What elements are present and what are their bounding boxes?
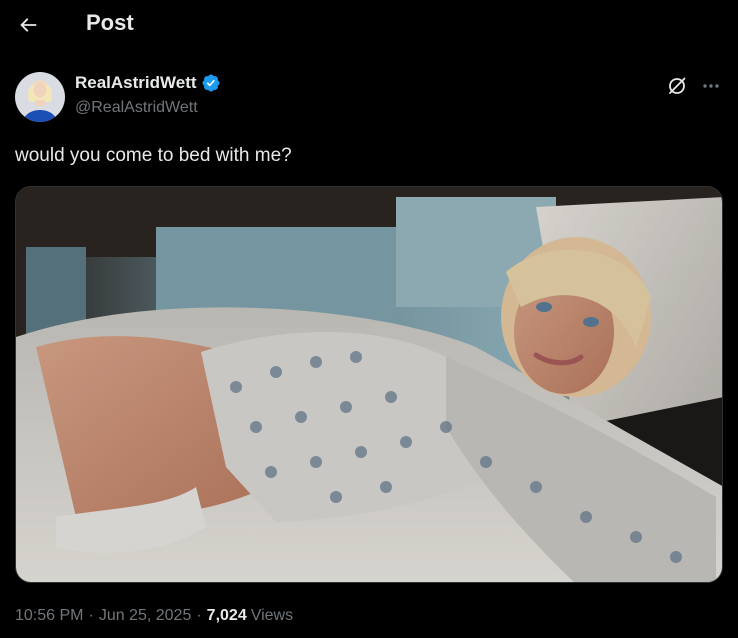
post-header: Post xyxy=(0,0,738,50)
grok-button[interactable] xyxy=(664,73,690,99)
post-meta: 10:56 PM · Jun 25, 2025 · 7,024 Views xyxy=(15,607,293,625)
avatar-image xyxy=(15,72,65,122)
grok-icon xyxy=(669,77,686,94)
author-name-row: RealAstridWett xyxy=(75,73,221,93)
author-display-name[interactable]: RealAstridWett xyxy=(75,73,197,93)
arrow-left-icon xyxy=(20,18,37,32)
verified-badge-icon xyxy=(202,74,220,92)
post-date[interactable]: Jun 25, 2025 xyxy=(99,607,192,625)
post-media-photo[interactable] xyxy=(15,186,723,583)
more-button[interactable] xyxy=(698,73,724,99)
post-time[interactable]: 10:56 PM xyxy=(15,607,83,625)
views-label: Views xyxy=(250,607,294,624)
back-button[interactable] xyxy=(10,7,46,43)
meta-separator: · xyxy=(88,607,94,624)
post-text: would you come to bed with me? xyxy=(15,145,292,166)
meta-separator: · xyxy=(196,607,202,624)
avatar[interactable] xyxy=(15,72,65,122)
more-horizontal-icon xyxy=(703,84,719,88)
photo-image xyxy=(16,187,722,582)
views-count: 7,024 xyxy=(206,607,247,624)
page-title: Post xyxy=(86,10,134,35)
author-handle[interactable]: @RealAstridWett xyxy=(75,99,198,117)
post-page: Post RealAstridWett @RealAstridWett woul… xyxy=(0,0,738,638)
